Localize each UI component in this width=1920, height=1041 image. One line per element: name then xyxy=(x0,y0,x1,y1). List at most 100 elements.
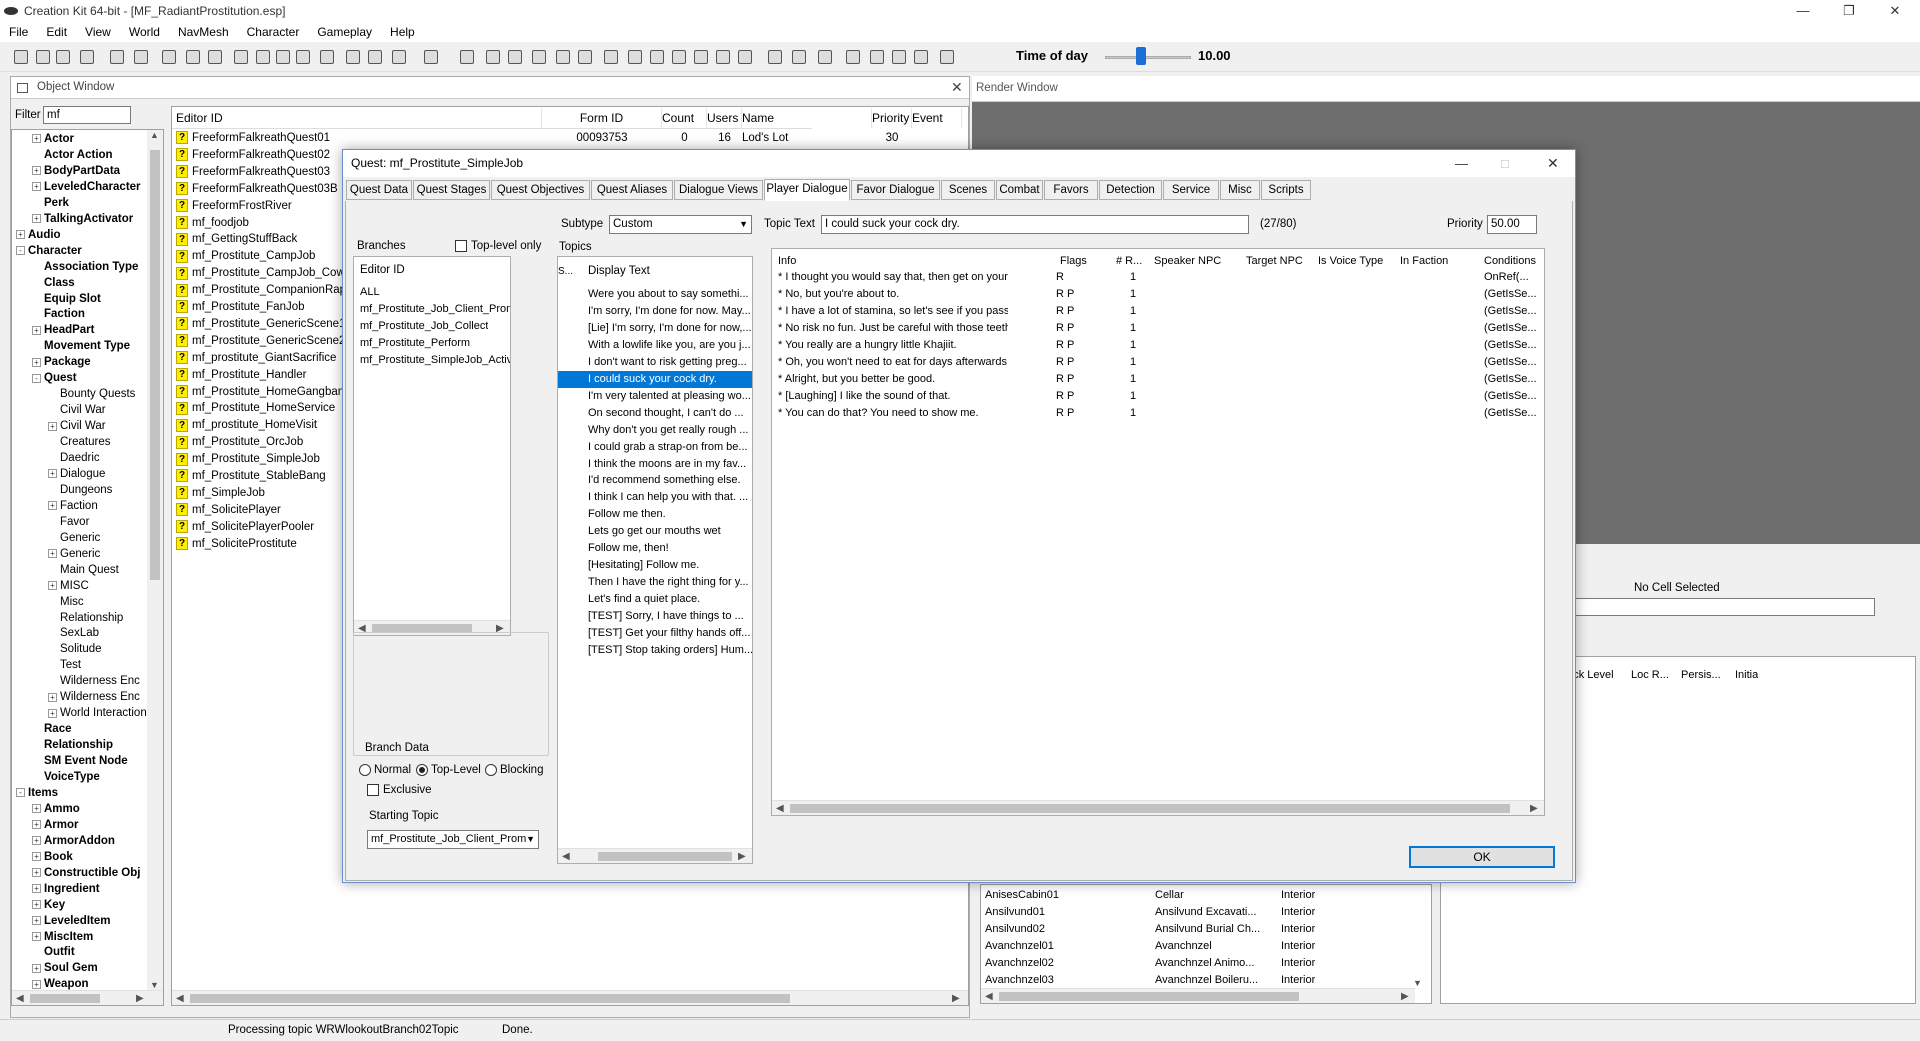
toolbar-tool-13-icon[interactable] xyxy=(296,50,310,64)
toolbar-tool-11-icon[interactable] xyxy=(256,50,270,64)
expand-icon[interactable]: + xyxy=(16,230,25,240)
tree-node[interactable]: Wilderness Enc xyxy=(48,675,140,687)
cell-row-type[interactable]: Interior xyxy=(1281,923,1315,935)
toolbar-tool-21-icon[interactable] xyxy=(508,50,522,64)
topic-item[interactable]: [Lie] I'm sorry, I'm done for now,... xyxy=(558,320,752,337)
topics-s-header[interactable]: S... xyxy=(558,263,573,280)
info-column-header[interactable]: Is Voice Type xyxy=(1318,255,1383,267)
branches-header[interactable]: Editor ID xyxy=(360,259,405,281)
info-column-header[interactable]: Conditions xyxy=(1484,255,1536,267)
topic-item[interactable]: Let's find a quiet place. xyxy=(558,591,752,608)
minimize-icon[interactable]: — xyxy=(1780,0,1826,22)
column-header[interactable]: Name xyxy=(742,108,872,128)
cell-row-type[interactable]: Interior xyxy=(1281,957,1315,969)
toolbar-tool-33-icon[interactable] xyxy=(792,50,806,64)
topic-item[interactable]: I'm very talented at pleasing wo... xyxy=(558,388,752,405)
toolbar-tool-31-icon[interactable] xyxy=(738,50,752,64)
toolbar-tool-5-icon[interactable] xyxy=(110,50,124,64)
tree-node[interactable]: Faction xyxy=(32,308,85,320)
tree-vscroll[interactable]: ▲ ▼ xyxy=(147,130,163,990)
tree-node[interactable]: - Quest xyxy=(32,372,77,384)
menu-item-file[interactable]: File xyxy=(0,22,37,42)
tree-node[interactable]: Relationship xyxy=(48,612,123,624)
radio-top-level-dot[interactable] xyxy=(416,764,428,776)
info-text[interactable]: * No risk no fun. Just be careful with t… xyxy=(778,322,1008,334)
cell-row-name[interactable]: Cellar xyxy=(1155,889,1184,901)
toolbar-tool-19-icon[interactable] xyxy=(460,50,474,64)
cell-row-name[interactable]: Avanchnzel Boileru... xyxy=(1155,974,1258,986)
tree-node[interactable]: + Armor xyxy=(32,819,79,831)
cell-row-editor-id[interactable]: Avanchnzel01 xyxy=(985,940,1054,952)
expand-icon[interactable]: + xyxy=(32,804,41,814)
toolbar-tool-8-icon[interactable] xyxy=(186,50,200,64)
toolbar-tool-17-icon[interactable] xyxy=(392,50,406,64)
toolbar-tool-10-icon[interactable] xyxy=(234,50,248,64)
cell-row-type[interactable]: Interior xyxy=(1281,974,1315,986)
cell-row-type[interactable]: Interior xyxy=(1281,940,1315,952)
info-column-header[interactable]: Flags xyxy=(1060,255,1087,267)
cell-column-header[interactable]: Initia xyxy=(1735,669,1758,681)
tree-node[interactable]: + Dialogue xyxy=(48,468,105,480)
dialog-close-icon[interactable]: ✕ xyxy=(1547,150,1559,177)
topics-hscroll[interactable]: ◀ ▶ xyxy=(558,848,752,863)
tree-node[interactable]: Actor Action xyxy=(32,149,113,161)
toolbar-tool-18-icon[interactable] xyxy=(424,50,438,64)
toolbar-tool-36-icon[interactable] xyxy=(870,50,884,64)
restore-icon[interactable]: ❐ xyxy=(1826,0,1872,22)
cell-row-type[interactable]: Interior xyxy=(1281,889,1315,901)
top-level-only-checkbox[interactable]: Top-level only xyxy=(455,240,541,252)
tree-node[interactable]: + Package xyxy=(32,356,91,368)
toolbar-tool-7-icon[interactable] xyxy=(162,50,176,64)
info-column-header[interactable]: Target NPC xyxy=(1246,255,1303,267)
tree-node[interactable]: + Generic xyxy=(48,548,100,560)
topic-item[interactable]: With a lowlife like you, are you j... xyxy=(558,337,752,354)
tree-node[interactable]: Civil War xyxy=(48,404,106,416)
tab-quest-objectives[interactable]: Quest Objectives xyxy=(491,180,590,200)
info-column-header[interactable]: In Faction xyxy=(1400,255,1448,267)
priority-input[interactable]: 50.00 xyxy=(1487,215,1537,234)
column-header[interactable]: Priority xyxy=(872,108,912,128)
cell-row-editor-id[interactable]: Ansilvund01 xyxy=(985,906,1045,918)
topic-item[interactable]: I think I can help you with that. ... xyxy=(558,489,752,506)
tree-node[interactable]: + Faction xyxy=(48,500,98,512)
tab-quest-aliases[interactable]: Quest Aliases xyxy=(591,180,673,200)
toolbar-tool-35-icon[interactable] xyxy=(846,50,860,64)
column-header[interactable]: Editor ID xyxy=(176,108,542,128)
cell-row-editor-id[interactable]: AnisesCabin01 xyxy=(985,889,1059,901)
topic-item[interactable]: [Hesitating] Follow me. xyxy=(558,557,752,574)
tab-service[interactable]: Service xyxy=(1163,180,1219,200)
menu-item-gameplay[interactable]: Gameplay xyxy=(308,22,381,42)
tree-node[interactable]: Equip Slot xyxy=(32,293,101,305)
tab-misc[interactable]: Misc xyxy=(1220,180,1260,200)
topic-item[interactable]: [TEST] Get your filthy hands off... xyxy=(558,625,752,642)
close-icon[interactable]: ✕ xyxy=(1872,0,1918,22)
tree-node[interactable]: + World Interaction xyxy=(48,707,147,719)
expand-icon[interactable]: + xyxy=(48,469,57,479)
toolbar-tool-22-icon[interactable] xyxy=(532,50,546,64)
expand-icon[interactable]: + xyxy=(48,421,57,431)
exclusive-box[interactable] xyxy=(367,784,379,796)
radio-normal-dot[interactable] xyxy=(359,764,371,776)
tree-node[interactable]: + LeveledCharacter xyxy=(32,181,141,193)
expand-icon[interactable]: + xyxy=(32,916,41,926)
tab-quest-stages[interactable]: Quest Stages xyxy=(413,180,490,200)
toolbar-tool-25-icon[interactable] xyxy=(604,50,618,64)
tree-node[interactable]: + Weapon xyxy=(32,978,89,990)
tree-node[interactable]: Outfit xyxy=(32,946,75,958)
tree-node[interactable]: + Key xyxy=(32,899,65,911)
expand-icon[interactable]: + xyxy=(32,868,41,878)
cell-search-input[interactable] xyxy=(1575,598,1875,616)
toolbar-tool-9-icon[interactable] xyxy=(208,50,222,64)
tree-node[interactable]: + Audio xyxy=(16,229,61,241)
topic-item[interactable]: [TEST] Sorry, I have things to ... xyxy=(558,608,752,625)
topics-header[interactable]: Display Text xyxy=(588,263,650,280)
tree-node[interactable]: + Actor xyxy=(32,133,74,145)
toolbar-tool-4-icon[interactable] xyxy=(80,50,94,64)
expand-icon[interactable]: + xyxy=(48,708,57,718)
branch-item[interactable]: mf_Prostitute_Job_Client_Prompt xyxy=(360,301,510,318)
tree-node[interactable]: + ArmorAddon xyxy=(32,835,115,847)
tree-node[interactable]: Class xyxy=(32,277,75,289)
tree-node[interactable]: - Character xyxy=(16,245,82,257)
ok-button[interactable]: OK xyxy=(1409,846,1555,868)
info-text[interactable]: * You can do that? You need to show me. xyxy=(778,407,1008,419)
